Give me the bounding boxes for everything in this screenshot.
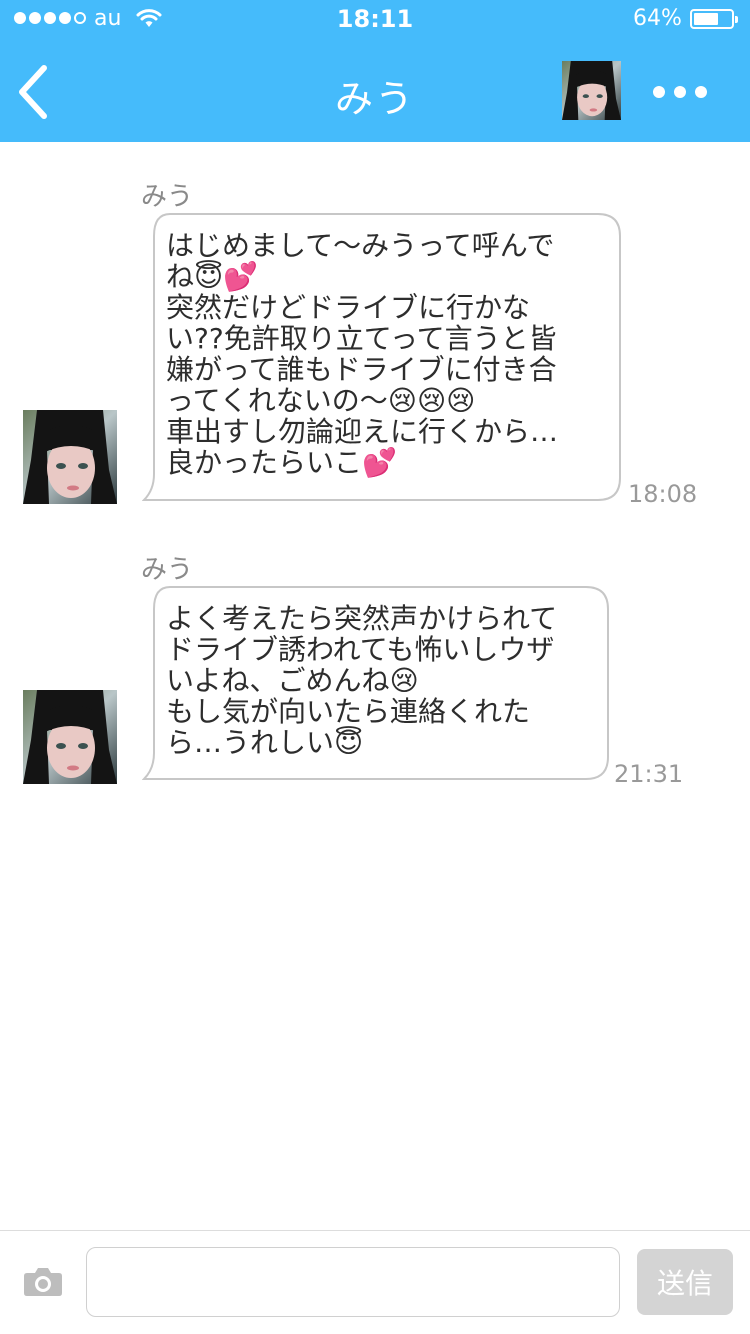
more-dot [695, 86, 707, 98]
avatar-image [23, 690, 117, 784]
avatar[interactable] [23, 690, 117, 784]
message-text: はじめまして〜みうって呼んで ね😇💕 突然だけどドライブに行かな い??免許取り… [166, 230, 558, 478]
more-dot [653, 86, 665, 98]
more-dot [674, 86, 686, 98]
more-options-button[interactable] [650, 80, 710, 104]
message-line: ら…うれしい😇 [166, 726, 364, 759]
battery-percent: 64% [633, 6, 682, 31]
message-bubble[interactable]: はじめまして〜みうって呼んで ね😇💕 突然だけどドライブに行かな い??免許取り… [142, 212, 624, 504]
message-text: よく考えたら突然声かけられて ドライブ誘われても怖いしウザ いよね、ごめんね😢 … [166, 603, 557, 758]
page-title: みう [334, 77, 415, 121]
camera-icon [24, 1268, 62, 1296]
message-line: もし気が向いたら連絡くれた [166, 695, 531, 728]
message-line: 突然だけどドライブに行かな [166, 291, 531, 324]
message-time: 21:31 [614, 760, 684, 788]
message-line: よく考えたら突然声かけられて [166, 602, 558, 635]
message-line: ドライブ誘われても怖いしウザ [166, 633, 555, 666]
message-line: 嫌がって誰もドライブに付き合 [166, 353, 557, 386]
chat-screen: au 18:11 64% みう みう はじめまして〜みうって呼んで ね😇💕 突然… [0, 0, 750, 1334]
message-line: ね😇💕 [166, 260, 259, 293]
avatar-image [23, 410, 117, 504]
message-line: ってくれないの〜😢😢😢 [166, 384, 476, 417]
avatar[interactable] [23, 410, 117, 504]
message-line: い??免許取り立てって言うと皆 [166, 322, 557, 355]
camera-button[interactable] [23, 1265, 63, 1297]
message-bubble[interactable]: よく考えたら突然声かけられて ドライブ誘われても怖いしウザ いよね、ごめんね😢 … [142, 585, 612, 783]
message-composer: 送信 [0, 1230, 750, 1334]
message-time: 18:08 [628, 480, 698, 508]
avatar-image [562, 61, 621, 120]
message-line: はじめまして〜みうって呼んで [166, 229, 555, 262]
message-line: 良かったらいこ💕 [166, 446, 397, 479]
message-input[interactable] [86, 1247, 620, 1317]
status-bar: au 18:11 64% [0, 0, 750, 40]
send-button[interactable]: 送信 [637, 1249, 733, 1315]
profile-avatar-button[interactable] [562, 61, 621, 120]
header: au 18:11 64% みう [0, 0, 750, 142]
message-sender: みう [141, 182, 194, 212]
battery-icon [690, 9, 738, 29]
message-line: いよね、ごめんね😢 [166, 664, 419, 697]
message-line: 車出すし勿論迎えに行くから… [166, 415, 559, 448]
message-sender: みう [141, 555, 194, 585]
